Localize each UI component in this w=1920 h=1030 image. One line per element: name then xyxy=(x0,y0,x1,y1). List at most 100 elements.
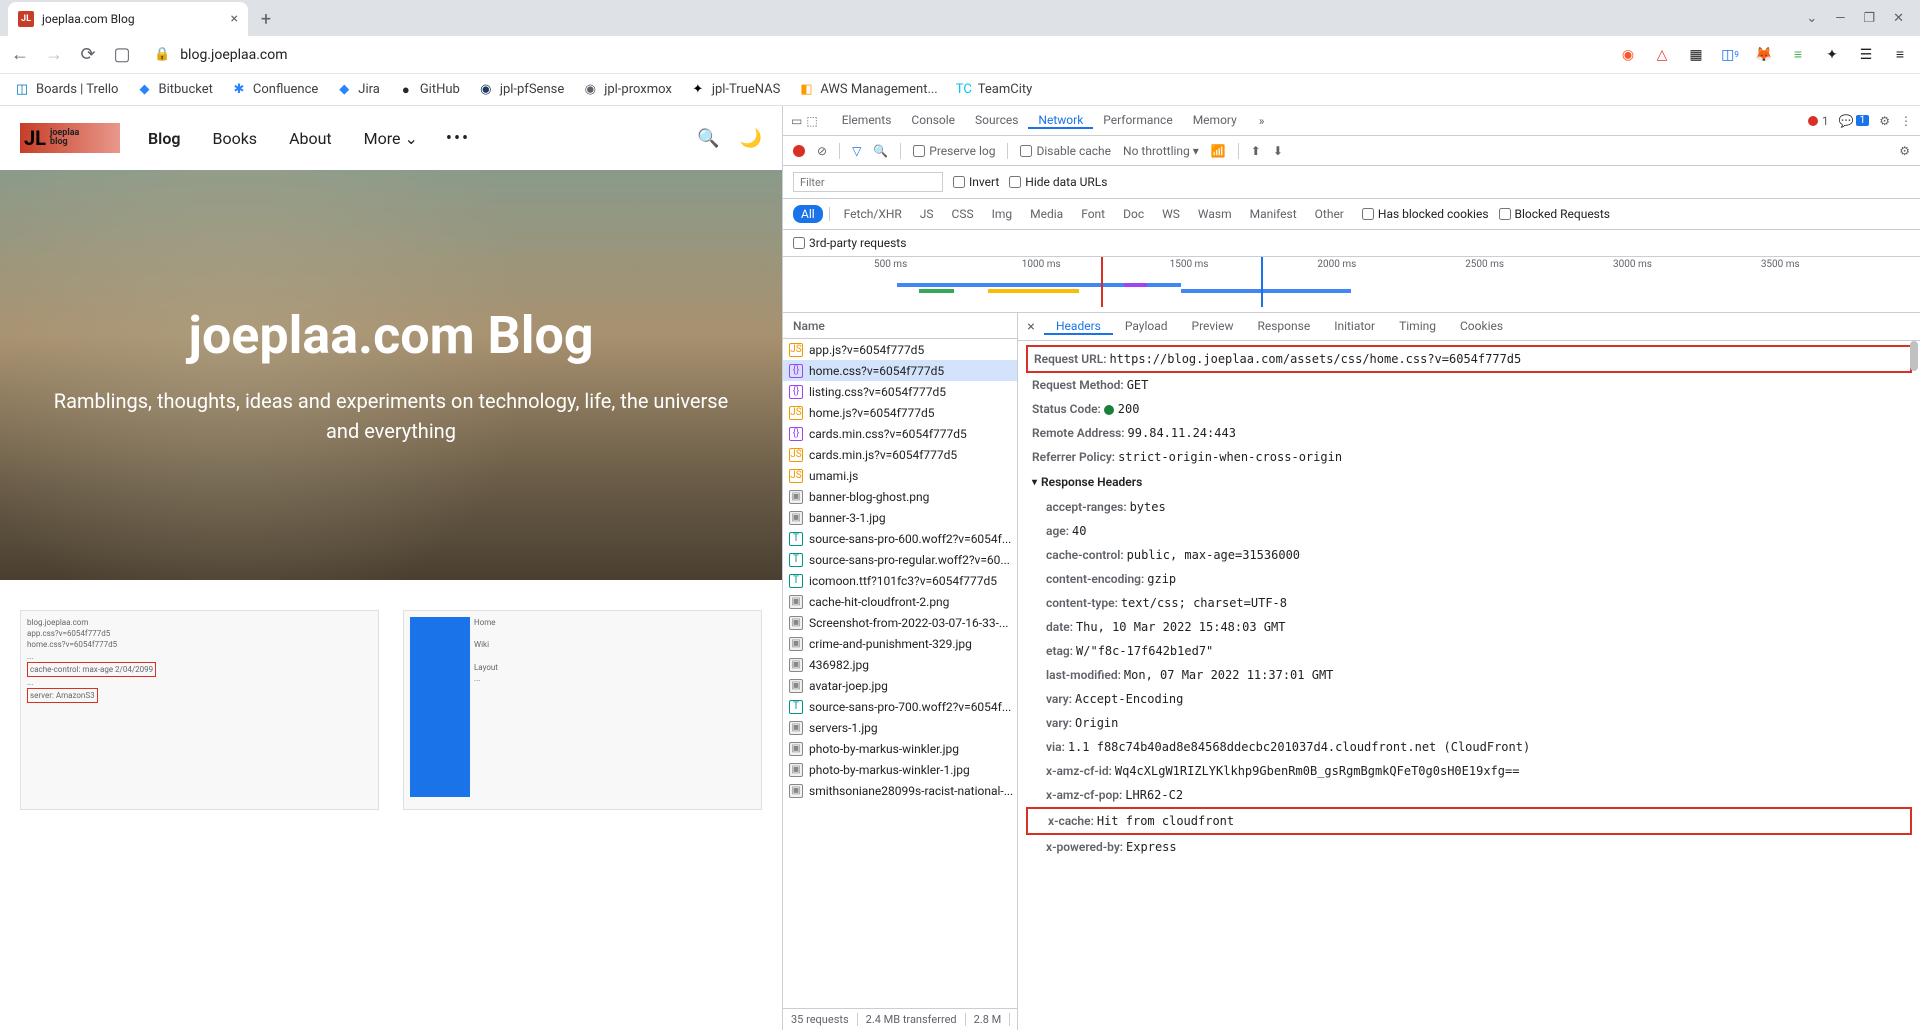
browser-menu-icon[interactable]: ≡ xyxy=(1890,45,1910,65)
devtools-panel-tab[interactable]: Console xyxy=(901,113,965,127)
download-icon[interactable]: ⬇ xyxy=(1273,144,1283,158)
type-filter[interactable]: Manifest xyxy=(1242,205,1305,223)
nav-forward-icon[interactable]: → xyxy=(44,44,64,65)
post-card[interactable]: blog.joeplaa.comapp.css?v=6054f777d5home… xyxy=(20,610,379,810)
type-filter[interactable]: Wasm xyxy=(1190,205,1240,223)
ext-grey1-icon[interactable]: ▦ xyxy=(1686,45,1706,65)
blocked-cookies-checkbox[interactable]: Has blocked cookies xyxy=(1362,207,1489,221)
window-minimize-icon[interactable]: — xyxy=(1835,11,1845,26)
inspect-icon[interactable]: ▭ xyxy=(791,114,802,128)
request-row[interactable]: ▣photo-by-markus-winkler.jpg xyxy=(783,738,1017,759)
request-row[interactable]: JSapp.js?v=6054f777d5 xyxy=(783,339,1017,360)
request-row[interactable]: ▣banner-3-1.jpg xyxy=(783,507,1017,528)
request-row[interactable]: ▣Screenshot-from-2022-03-07-16-33-... xyxy=(783,612,1017,633)
devtools-settings-icon[interactable]: ⚙ xyxy=(1879,114,1890,128)
bookmark-item[interactable]: ●GitHub xyxy=(398,82,460,98)
new-tab-button[interactable]: + xyxy=(252,5,280,33)
bookmark-item[interactable]: ◧AWS Management... xyxy=(798,82,937,98)
ext-green-icon[interactable]: ≡ xyxy=(1788,45,1808,65)
tab-close-icon[interactable]: × xyxy=(231,11,238,27)
preserve-log-checkbox[interactable]: Preserve log xyxy=(913,144,995,158)
type-filter[interactable]: Other xyxy=(1307,205,1352,223)
detail-tab[interactable]: Headers xyxy=(1044,319,1113,335)
filter-toggle-icon[interactable]: ▽ xyxy=(852,144,861,158)
close-detail-icon[interactable]: × xyxy=(1018,319,1044,335)
upload-icon[interactable]: ⬆ xyxy=(1251,144,1261,158)
post-card[interactable]: HomeWikiLayout... xyxy=(403,610,762,810)
ext-brave-icon[interactable]: ◉ xyxy=(1618,45,1638,65)
window-maximize-icon[interactable]: ❐ xyxy=(1863,11,1875,26)
ext-list-icon[interactable]: ☰ xyxy=(1856,45,1876,65)
lock-icon[interactable]: 🔒 xyxy=(154,47,170,62)
ext-metamask-icon[interactable]: 🦊 xyxy=(1754,45,1774,65)
request-row[interactable]: JSumami.js xyxy=(783,465,1017,486)
search-icon[interactable]: 🔍 xyxy=(873,144,888,158)
request-row[interactable]: {}home.css?v=6054f777d5 xyxy=(783,360,1017,381)
type-filter[interactable]: Img xyxy=(984,205,1021,223)
clear-button[interactable]: ⊘ xyxy=(817,144,827,158)
request-row[interactable]: ▣servers-1.jpg xyxy=(783,717,1017,738)
bookmark-item[interactable]: TCTeamCity xyxy=(956,82,1033,98)
detail-tab[interactable]: Cookies xyxy=(1448,319,1515,333)
request-row[interactable]: Ticomoon.ttf?101fc3?v=6054f777d5 xyxy=(783,570,1017,591)
site-logo[interactable]: JL joeplaa blog xyxy=(20,123,120,153)
devtools-panel-tab[interactable]: Network xyxy=(1028,113,1093,129)
more-panels-icon[interactable]: » xyxy=(1259,114,1265,128)
type-filter[interactable]: All xyxy=(793,205,823,223)
network-timeline[interactable]: 500 ms1000 ms1500 ms2000 ms2500 ms3000 m… xyxy=(783,257,1920,313)
detail-tab[interactable]: Initiator xyxy=(1322,319,1387,333)
url-text[interactable]: blog.joeplaa.com xyxy=(180,47,287,63)
request-row[interactable]: ▣crime-and-punishment-329.jpg xyxy=(783,633,1017,654)
devtools-panel-tab[interactable]: Performance xyxy=(1093,113,1182,127)
issues-button[interactable]: 💬1 xyxy=(1839,114,1870,128)
request-row[interactable]: ▣cache-hit-cloudfront-2.png xyxy=(783,591,1017,612)
ext-blue-icon[interactable]: ◫9 xyxy=(1720,45,1740,65)
devtools-menu-icon[interactable]: ⋮ xyxy=(1900,114,1912,128)
nav-item[interactable]: About xyxy=(289,129,332,148)
request-row[interactable]: Tsource-sans-pro-regular.woff2?v=60... xyxy=(783,549,1017,570)
wifi-icon[interactable]: 📶 xyxy=(1211,144,1226,158)
nav-reload-icon[interactable]: ⟳ xyxy=(78,44,98,65)
detail-tab[interactable]: Payload xyxy=(1113,319,1180,333)
bookmark-item[interactable]: ◫Boards | Trello xyxy=(14,82,118,98)
third-party-checkbox[interactable]: 3rd-party requests xyxy=(793,236,906,250)
hide-data-checkbox[interactable]: Hide data URLs xyxy=(1009,175,1107,189)
detail-tab[interactable]: Preview xyxy=(1180,319,1246,333)
type-filter[interactable]: Doc xyxy=(1115,205,1152,223)
bookmark-item[interactable]: ◉jpl-pfSense xyxy=(478,82,564,98)
bookmark-item[interactable]: ◉jpl-proxmox xyxy=(582,82,672,98)
request-row[interactable]: ▣436982.jpg xyxy=(783,654,1017,675)
nav-back-icon[interactable]: ← xyxy=(10,44,30,65)
request-row[interactable]: ▣smithsoniane28099s-racist-national-... xyxy=(783,780,1017,801)
ext-puzzle-icon[interactable]: ✦ xyxy=(1822,45,1842,65)
bookmark-item[interactable]: ◆Bitbucket xyxy=(136,82,212,98)
type-filter[interactable]: Media xyxy=(1022,205,1071,223)
devtools-panel-tab[interactable]: Sources xyxy=(965,113,1028,127)
throttling-select[interactable]: No throttling ▾ xyxy=(1123,144,1199,158)
darkmode-icon[interactable]: 🌙 xyxy=(740,128,762,149)
request-row[interactable]: {}listing.css?v=6054f777d5 xyxy=(783,381,1017,402)
detail-tab[interactable]: Response xyxy=(1245,319,1322,333)
bookmark-item[interactable]: ◆Jira xyxy=(336,82,380,98)
record-button[interactable] xyxy=(793,145,805,157)
bookmark-item[interactable]: ✱Confluence xyxy=(231,82,318,98)
request-row[interactable]: ▣photo-by-markus-winkler-1.jpg xyxy=(783,759,1017,780)
type-filter[interactable]: WS xyxy=(1154,205,1188,223)
devtools-panel-tab[interactable]: Memory xyxy=(1183,113,1247,127)
request-row[interactable]: Tsource-sans-pro-600.woff2?v=6054f... xyxy=(783,528,1017,549)
nav-dots-icon[interactable]: ••• xyxy=(446,128,470,149)
nav-item[interactable]: More ⌄ xyxy=(364,129,418,148)
devtools-panel-tab[interactable]: Elements xyxy=(832,113,902,127)
search-icon[interactable]: 🔍 xyxy=(697,128,719,149)
window-close-icon[interactable]: ✕ xyxy=(1893,11,1904,26)
request-row[interactable]: ▣avatar-joep.jpg xyxy=(783,675,1017,696)
filter-input[interactable] xyxy=(793,172,943,192)
scrollbar-thumb[interactable] xyxy=(1910,341,1918,371)
device-icon[interactable]: ⬚ xyxy=(806,114,817,128)
request-row[interactable]: Tsource-sans-pro-700.woff2?v=6054f... xyxy=(783,696,1017,717)
ext-red-icon[interactable]: △ xyxy=(1652,45,1672,65)
bookmark-item[interactable]: ✦jpl-TrueNAS xyxy=(690,82,781,98)
detail-tab[interactable]: Timing xyxy=(1387,319,1448,333)
request-row[interactable]: ▣banner-blog-ghost.png xyxy=(783,486,1017,507)
request-row[interactable]: JScards.min.js?v=6054f777d5 xyxy=(783,444,1017,465)
